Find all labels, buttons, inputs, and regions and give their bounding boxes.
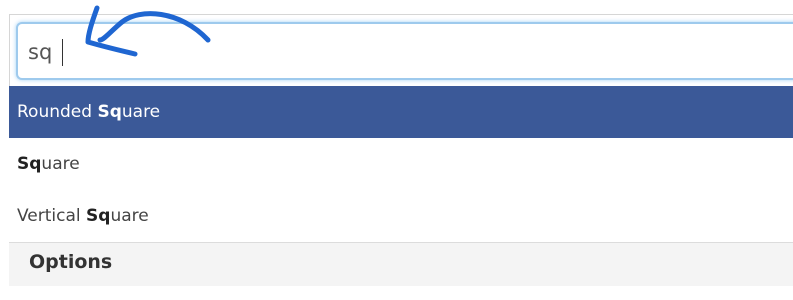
result-match: Sq <box>97 102 122 122</box>
results-list: Rounded Square Square Vertical Square <box>9 86 793 242</box>
result-item-square[interactable]: Square <box>9 138 793 190</box>
result-item-vertical-square[interactable]: Vertical Square <box>9 190 793 242</box>
result-suffix: uare <box>41 154 80 174</box>
result-match: Sq <box>17 154 42 174</box>
result-match: Sq <box>86 206 111 226</box>
result-suffix: uare <box>121 102 161 122</box>
options-section: Options <box>9 242 793 287</box>
options-title: Options <box>29 251 113 273</box>
bottom-strip <box>0 286 793 300</box>
result-prefix: Vertical <box>17 206 87 226</box>
result-suffix: uare <box>110 206 149 226</box>
search-box[interactable] <box>16 22 793 80</box>
search-input[interactable] <box>28 30 728 74</box>
text-caret <box>62 39 63 66</box>
dropdown-screenshot: Rounded Square Square Vertical Square Op… <box>0 0 793 300</box>
result-prefix: Rounded <box>17 102 98 122</box>
result-item-rounded-square[interactable]: Rounded Square <box>9 86 793 138</box>
